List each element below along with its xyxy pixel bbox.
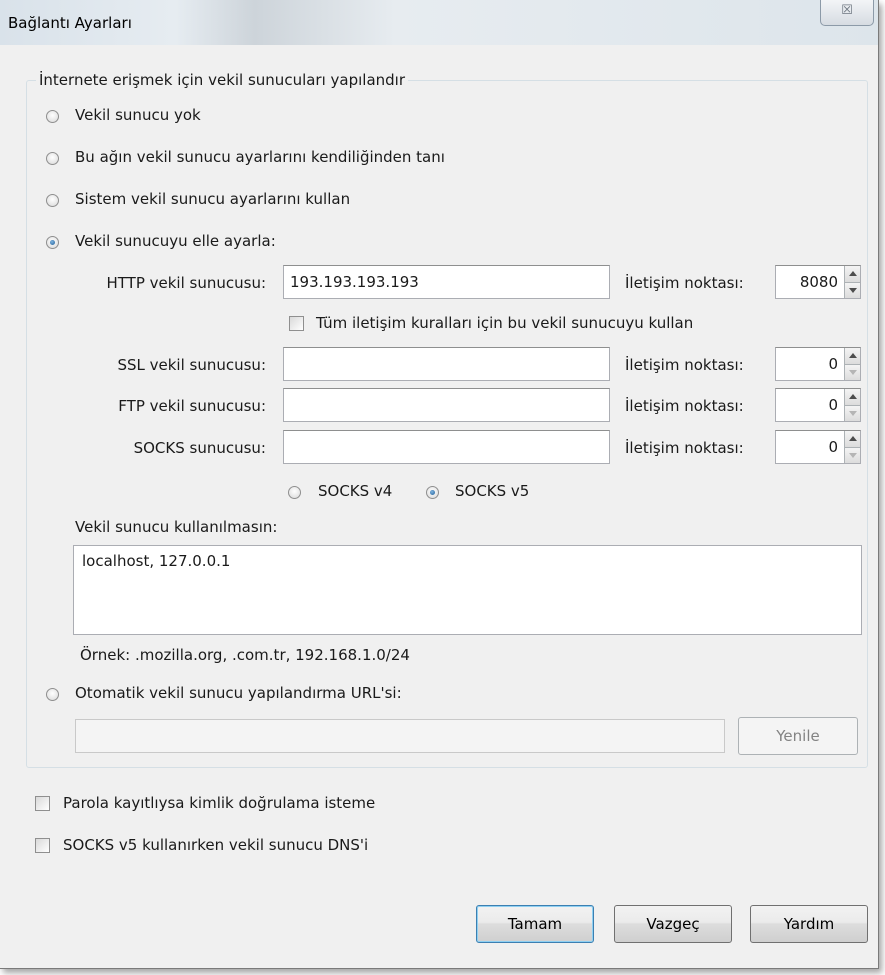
radio-socks-v4[interactable]	[288, 486, 301, 499]
ftp-port-stepper[interactable]: 0	[775, 388, 861, 422]
title-bar: Bağlantı Ayarları ☒	[0, 0, 878, 45]
radio-no-proxy[interactable]	[46, 110, 59, 123]
remote-dns-label[interactable]: SOCKS v5 kullanırken vekil sunucu DNS'i	[63, 836, 368, 854]
close-icon: ☒	[841, 3, 853, 18]
socks-port-value: 0	[828, 438, 838, 456]
radio-auto-config-url[interactable]	[46, 688, 59, 701]
http-proxy-label: HTTP vekil sunucusu:	[106, 274, 266, 292]
socks-host-input[interactable]	[283, 430, 610, 464]
ssl-proxy-label: SSL vekil sunucusu:	[117, 356, 266, 374]
spin-down-icon[interactable]	[844, 404, 860, 421]
spin-down-icon[interactable]	[844, 363, 860, 380]
ssl-proxy-input[interactable]	[283, 347, 610, 381]
no-auth-prompt-checkbox[interactable]	[35, 796, 50, 811]
radio-system-proxy-label[interactable]: Sistem vekil sunucu ayarlarını kullan	[75, 190, 350, 208]
connection-settings-dialog: Bağlantı Ayarları ☒ İnternete erişmek iç…	[0, 0, 879, 969]
no-proxy-example: Örnek: .mozilla.org, .com.tr, 192.168.1.…	[80, 646, 410, 664]
close-button[interactable]: ☒	[820, 0, 874, 26]
radio-auto-detect-label[interactable]: Bu ağın vekil sunucu ayarlarını kendiliğ…	[75, 148, 445, 166]
auto-config-url-input[interactable]	[75, 719, 725, 753]
radio-socks-v4-label[interactable]: SOCKS v4	[318, 482, 392, 500]
ftp-proxy-label: FTP vekil sunucusu:	[118, 397, 266, 415]
http-proxy-input[interactable]: 193.193.193.193	[283, 265, 610, 299]
ok-button[interactable]: Tamam	[476, 905, 594, 943]
use-for-all-label[interactable]: Tüm iletişim kuralları için bu vekil sun…	[316, 314, 693, 332]
socks-port-stepper[interactable]: 0	[775, 430, 861, 464]
spin-up-icon[interactable]	[844, 389, 860, 405]
spin-down-icon[interactable]	[844, 446, 860, 463]
spin-up-icon[interactable]	[844, 266, 860, 282]
http-port-value: 8080	[799, 273, 838, 291]
window-title: Bağlantı Ayarları	[8, 14, 132, 32]
radio-manual-proxy-label[interactable]: Vekil sunucuyu elle ayarla:	[75, 232, 276, 250]
proxy-config-legend: İnternete erişmek için vekil sunucuları …	[39, 71, 406, 89]
radio-no-proxy-label[interactable]: Vekil sunucu yok	[75, 106, 201, 124]
no-auth-prompt-label[interactable]: Parola kayıtlıysa kimlik doğrulama istem…	[63, 794, 375, 812]
remote-dns-checkbox[interactable]	[35, 838, 50, 853]
use-for-all-checkbox[interactable]	[289, 316, 304, 331]
radio-socks-v5-label[interactable]: SOCKS v5	[455, 482, 529, 500]
http-port-label: İletişim noktası:	[625, 274, 744, 292]
no-proxy-for-textarea[interactable]: localhost, 127.0.0.1	[73, 545, 862, 635]
help-button[interactable]: Yardım	[750, 905, 868, 943]
spin-up-icon[interactable]	[844, 348, 860, 364]
radio-manual-proxy[interactable]	[46, 236, 59, 249]
ftp-port-label: İletişim noktası:	[625, 397, 744, 415]
http-port-stepper[interactable]: 8080	[775, 265, 861, 299]
no-proxy-for-label: Vekil sunucu kullanılmasın:	[75, 518, 278, 536]
spin-up-icon[interactable]	[844, 431, 860, 447]
reload-button[interactable]: Yenile	[738, 717, 858, 755]
ftp-port-value: 0	[828, 396, 838, 414]
socks-host-label: SOCKS sunucusu:	[133, 439, 266, 457]
socks-port-label: İletişim noktası:	[625, 439, 744, 457]
ssl-port-stepper[interactable]: 0	[775, 347, 861, 381]
cancel-button[interactable]: Vazgeç	[614, 905, 732, 943]
spin-down-icon[interactable]	[844, 281, 860, 298]
radio-auto-detect[interactable]	[46, 152, 59, 165]
radio-system-proxy[interactable]	[46, 194, 59, 207]
ssl-port-label: İletişim noktası:	[625, 356, 744, 374]
radio-auto-config-url-label[interactable]: Otomatik vekil sunucu yapılandırma URL's…	[75, 684, 402, 702]
ftp-proxy-input[interactable]	[283, 388, 610, 422]
radio-socks-v5[interactable]	[426, 486, 439, 499]
ssl-port-value: 0	[828, 355, 838, 373]
